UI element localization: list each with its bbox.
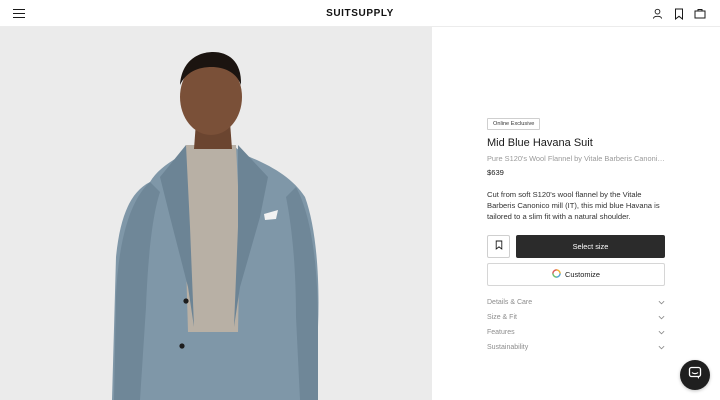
product-actions: Select size: [487, 234, 665, 258]
select-size-button[interactable]: Select size: [516, 234, 665, 258]
chevron-down-icon: [657, 328, 665, 336]
chevron-down-icon: [657, 343, 665, 351]
account-icon[interactable]: [651, 7, 664, 20]
chevron-down-icon: [657, 313, 665, 321]
product-details: Online Exclusive Mid Blue Havana Suit Pu…: [487, 112, 665, 355]
bookmark-icon: [495, 237, 503, 255]
wishlist-button[interactable]: [487, 234, 510, 258]
chevron-down-icon: [657, 298, 665, 306]
site-header: SUITSUPPLY: [0, 0, 720, 27]
chat-button[interactable]: [680, 360, 710, 390]
accordion-label: Features: [487, 328, 515, 336]
accordion-label: Sustainability: [487, 343, 529, 351]
accordion-details-care[interactable]: Details & Care: [487, 295, 665, 310]
product-accordion: Details & Care Size & Fit Features Susta…: [487, 295, 665, 355]
accordion-size-fit[interactable]: Size & Fit: [487, 310, 665, 325]
online-exclusive-badge: Online Exclusive: [487, 118, 541, 130]
accordion-sustainability[interactable]: Sustainability: [487, 340, 665, 355]
brand-logo[interactable]: SUITSUPPLY: [0, 8, 720, 19]
accordion-label: Size & Fit: [487, 313, 517, 321]
product-description: Cut from soft S120's wool flannel by the…: [487, 190, 660, 222]
product-image[interactable]: [0, 27, 432, 400]
product-price: $639: [487, 168, 504, 177]
header-icons: [651, 7, 706, 20]
accordion-features[interactable]: Features: [487, 325, 665, 340]
product-subtitle: Pure S120's Wool Flannel by Vitale Barbe…: [487, 154, 665, 163]
customize-button[interactable]: Customize: [487, 262, 665, 286]
chat-icon: [688, 366, 702, 385]
bookmark-icon[interactable]: [672, 7, 685, 20]
bag-icon[interactable]: [693, 7, 706, 20]
customize-icon: [552, 268, 561, 280]
customize-label: Customize: [565, 269, 600, 279]
accordion-label: Details & Care: [487, 298, 533, 306]
product-title: Mid Blue Havana Suit: [487, 137, 593, 149]
